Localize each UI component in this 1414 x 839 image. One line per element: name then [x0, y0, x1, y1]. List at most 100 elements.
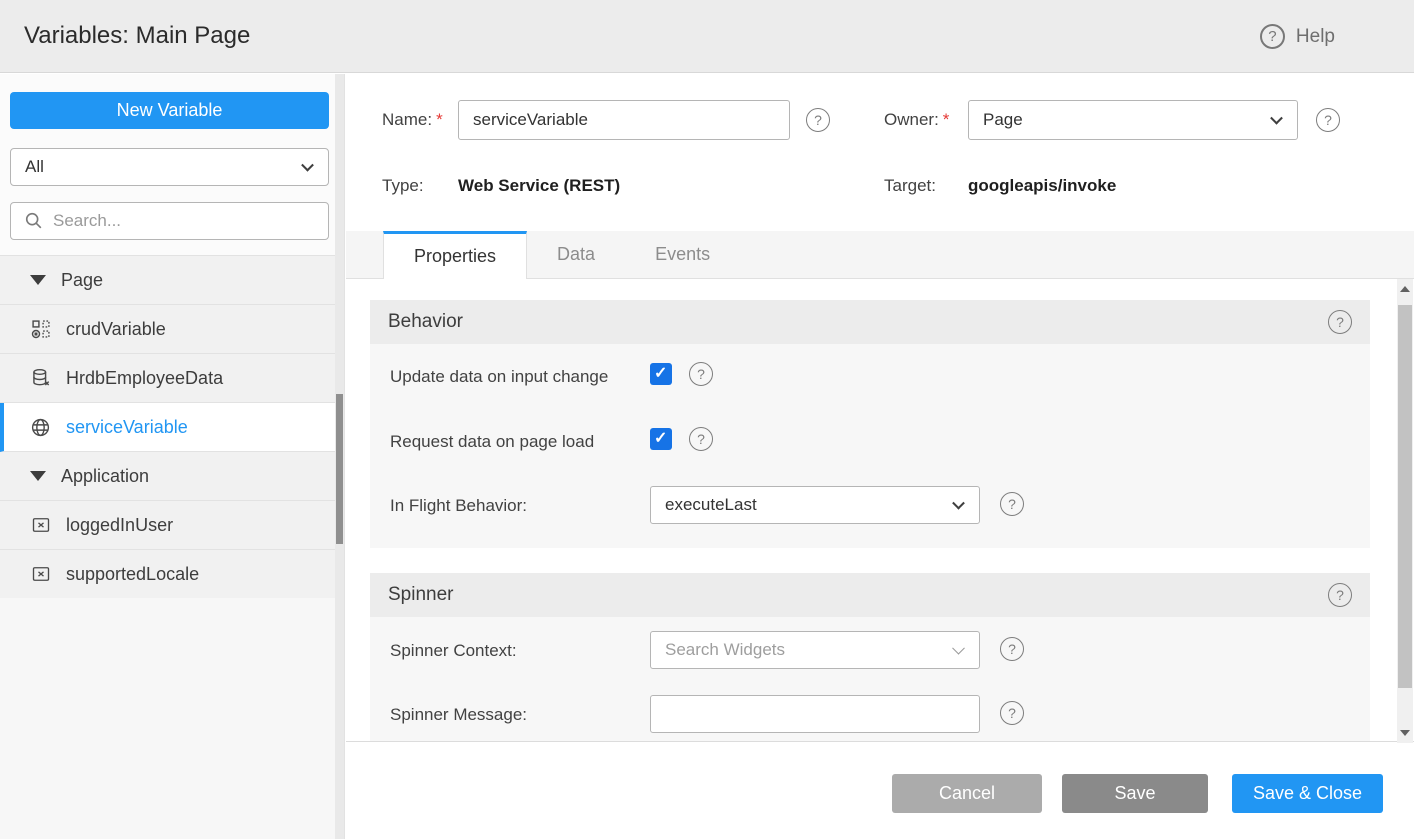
collapse-triangle-icon — [30, 275, 46, 285]
variable-box-icon — [30, 515, 51, 536]
search-icon — [23, 211, 44, 232]
save-button[interactable]: Save — [1062, 774, 1208, 813]
sidebar-item-loggedinuser[interactable]: loggedInUser — [0, 501, 335, 550]
arrow-down-icon — [1400, 730, 1410, 736]
spinner-context-select[interactable]: Search Widgets — [650, 631, 980, 669]
target-value: googleapis/invoke — [968, 176, 1116, 196]
help-icon: ? — [1260, 24, 1285, 49]
update-data-checkbox[interactable] — [650, 363, 672, 385]
globe-icon — [30, 417, 51, 438]
sidebar-empty-area — [0, 598, 335, 839]
behavior-section-title: Behavior — [388, 311, 463, 333]
variable-list: Page crudVariable — [0, 255, 335, 599]
type-value: Web Service (REST) — [458, 176, 620, 196]
spinner-context-help-icon[interactable]: ? — [1000, 637, 1024, 661]
content-scrollbar-thumb[interactable] — [1398, 305, 1412, 688]
help-glyph: ? — [1008, 496, 1016, 512]
in-flight-behavior-label: In Flight Behavior: — [390, 496, 527, 516]
help-glyph: ? — [814, 112, 822, 128]
spinner-section-header: Spinner ? — [370, 573, 1370, 617]
behavior-section-header: Behavior ? — [370, 300, 1370, 344]
tab-data[interactable]: Data — [527, 231, 625, 278]
owner-label-text: Owner: — [884, 110, 939, 129]
tab-properties[interactable]: Properties — [383, 231, 527, 279]
arrow-up-icon — [1400, 286, 1410, 292]
help-link[interactable]: ? Help — [1260, 24, 1335, 49]
variable-item-label: loggedInUser — [66, 515, 173, 536]
variable-item-label: serviceVariable — [66, 417, 188, 438]
sidebar-group-application[interactable]: Application — [0, 452, 335, 501]
request-data-help-icon[interactable]: ? — [689, 427, 713, 451]
new-variable-button[interactable]: New Variable — [10, 92, 329, 129]
required-marker: * — [943, 110, 950, 129]
content-scrollbar[interactable] — [1397, 279, 1413, 743]
page-title: Variables: Main Page — [24, 22, 250, 50]
help-glyph: ? — [1008, 705, 1016, 721]
spinner-message-help-icon[interactable]: ? — [1000, 701, 1024, 725]
owner-selected-value: Page — [983, 110, 1023, 130]
spinner-context-placeholder: Search Widgets — [665, 640, 785, 660]
chevron-down-icon — [1270, 112, 1283, 125]
request-data-checkbox[interactable] — [650, 428, 672, 450]
save-close-button[interactable]: Save & Close — [1232, 774, 1383, 813]
scroll-down-button[interactable] — [1397, 725, 1413, 741]
scroll-up-button[interactable] — [1397, 281, 1413, 297]
variable-box-icon — [30, 564, 51, 585]
in-flight-selected-value: executeLast — [665, 495, 757, 515]
group-label: Page — [61, 270, 103, 291]
sidebar-item-supportedlocale[interactable]: supportedLocale — [0, 550, 335, 599]
chevron-down-icon — [952, 497, 965, 510]
chevron-down-icon — [952, 642, 965, 655]
properties-tab-content: Behavior ? Update data on input change ?… — [346, 279, 1414, 742]
filter-selected-value: All — [25, 157, 44, 177]
variable-item-label: HrdbEmployeeData — [66, 368, 223, 389]
sidebar-scrollbar-thumb[interactable] — [336, 394, 343, 544]
variable-item-label: crudVariable — [66, 319, 166, 340]
behavior-section-body: Update data on input change ? Request da… — [370, 344, 1370, 548]
help-glyph: ? — [1324, 112, 1332, 128]
in-flight-behavior-select[interactable]: executeLast — [650, 486, 980, 524]
type-label: Type: — [382, 176, 424, 196]
behavior-section: Behavior ? Update data on input change ?… — [370, 300, 1370, 548]
owner-select[interactable]: Page — [968, 100, 1298, 140]
behavior-help-icon[interactable]: ? — [1328, 310, 1352, 334]
owner-help-icon[interactable]: ? — [1316, 108, 1340, 132]
target-label: Target: — [884, 176, 936, 196]
spinner-context-label: Spinner Context: — [390, 641, 517, 661]
spinner-help-icon[interactable]: ? — [1328, 583, 1352, 607]
name-help-icon[interactable]: ? — [806, 108, 830, 132]
name-input[interactable] — [458, 100, 790, 140]
variable-search-box — [10, 202, 329, 240]
help-glyph: ? — [1336, 314, 1344, 330]
help-label: Help — [1296, 26, 1335, 48]
sidebar-item-servicevariable[interactable]: serviceVariable — [0, 403, 335, 452]
tab-bar: Properties Data Events — [346, 231, 1414, 279]
name-label: Name:* — [382, 110, 443, 130]
sidebar-item-crudvariable[interactable]: crudVariable — [0, 305, 335, 354]
variable-editor: Name:* ? Owner:* Page ? Type: Web Servic… — [346, 74, 1414, 839]
sidebar-item-hrdbemployeedata[interactable]: HrdbEmployeeData — [0, 354, 335, 403]
update-data-help-icon[interactable]: ? — [689, 362, 713, 386]
spinner-message-input[interactable] — [650, 695, 980, 733]
help-glyph: ? — [1336, 587, 1344, 603]
collapse-triangle-icon — [30, 471, 46, 481]
sidebar-group-page[interactable]: Page — [0, 256, 335, 305]
required-marker: * — [436, 110, 443, 129]
in-flight-help-icon[interactable]: ? — [1000, 492, 1024, 516]
help-glyph: ? — [697, 366, 705, 382]
cancel-button[interactable]: Cancel — [892, 774, 1042, 813]
spinner-section: Spinner ? Spinner Context: Search Widget… — [370, 573, 1370, 742]
crud-variable-icon — [30, 319, 51, 340]
help-glyph: ? — [1268, 28, 1276, 45]
spinner-section-title: Spinner — [388, 584, 454, 606]
search-input[interactable] — [53, 211, 316, 231]
tab-events[interactable]: Events — [625, 231, 740, 278]
variable-filter-select[interactable]: All — [10, 148, 329, 186]
spinner-section-body: Spinner Context: Search Widgets ? Spinne… — [370, 617, 1370, 742]
name-label-text: Name: — [382, 110, 432, 129]
request-data-label: Request data on page load — [390, 432, 594, 452]
sidebar-scrollbar[interactable] — [335, 74, 344, 839]
variable-item-label: supportedLocale — [66, 564, 199, 585]
update-data-label: Update data on input change — [390, 367, 608, 387]
variables-dialog: Variables: Main Page ? Help New Variable… — [0, 0, 1414, 839]
